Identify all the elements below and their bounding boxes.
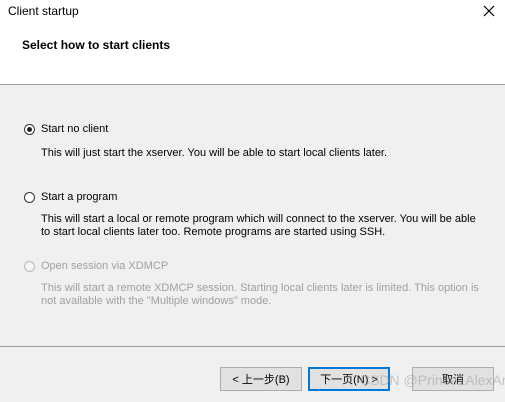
option-description: This will start a remote XDMCP session. … bbox=[41, 282, 481, 308]
option-start-no-client[interactable]: Start no client bbox=[24, 123, 108, 135]
radio-start-no-client[interactable] bbox=[24, 123, 35, 135]
window-title: Client startup bbox=[8, 4, 79, 18]
radio-xdmcp bbox=[24, 260, 35, 272]
option-xdmcp: Open session via XDMCP bbox=[24, 260, 168, 272]
footer: < 上一步(B) 下一页(N) > 取消 CSDN @Prince1AlexAn… bbox=[0, 347, 505, 402]
option-description: This will start a local or remote progra… bbox=[41, 213, 481, 239]
title-bar: Client startup bbox=[0, 0, 505, 22]
client-startup-dialog: Client startup Select how to start clien… bbox=[0, 0, 505, 402]
close-icon bbox=[483, 5, 495, 17]
option-label: Open session via XDMCP bbox=[41, 260, 169, 272]
option-description: This will just start the xserver. You wi… bbox=[41, 147, 388, 159]
options-panel: Start no client This will just start the… bbox=[0, 85, 505, 345]
page-title: Select how to start clients bbox=[22, 38, 171, 52]
close-button[interactable] bbox=[473, 0, 505, 22]
option-description-line: not available with the "Multiple windows… bbox=[41, 295, 272, 307]
option-start-program[interactable]: Start a program bbox=[24, 191, 117, 203]
header-panel: Select how to start clients bbox=[0, 22, 505, 85]
cancel-button[interactable]: 取消 bbox=[412, 367, 494, 391]
next-button[interactable]: 下一页(N) > bbox=[308, 367, 390, 391]
option-description-line: This will start a remote XDMCP session. … bbox=[41, 282, 479, 294]
option-description-line: to start local clients later too. Remote… bbox=[41, 226, 386, 238]
radio-start-program[interactable] bbox=[24, 191, 35, 203]
option-label: Start a program bbox=[41, 191, 118, 203]
option-description-line: This will start a local or remote progra… bbox=[41, 213, 476, 225]
back-button[interactable]: < 上一步(B) bbox=[220, 367, 302, 391]
option-label: Start no client bbox=[41, 123, 109, 135]
